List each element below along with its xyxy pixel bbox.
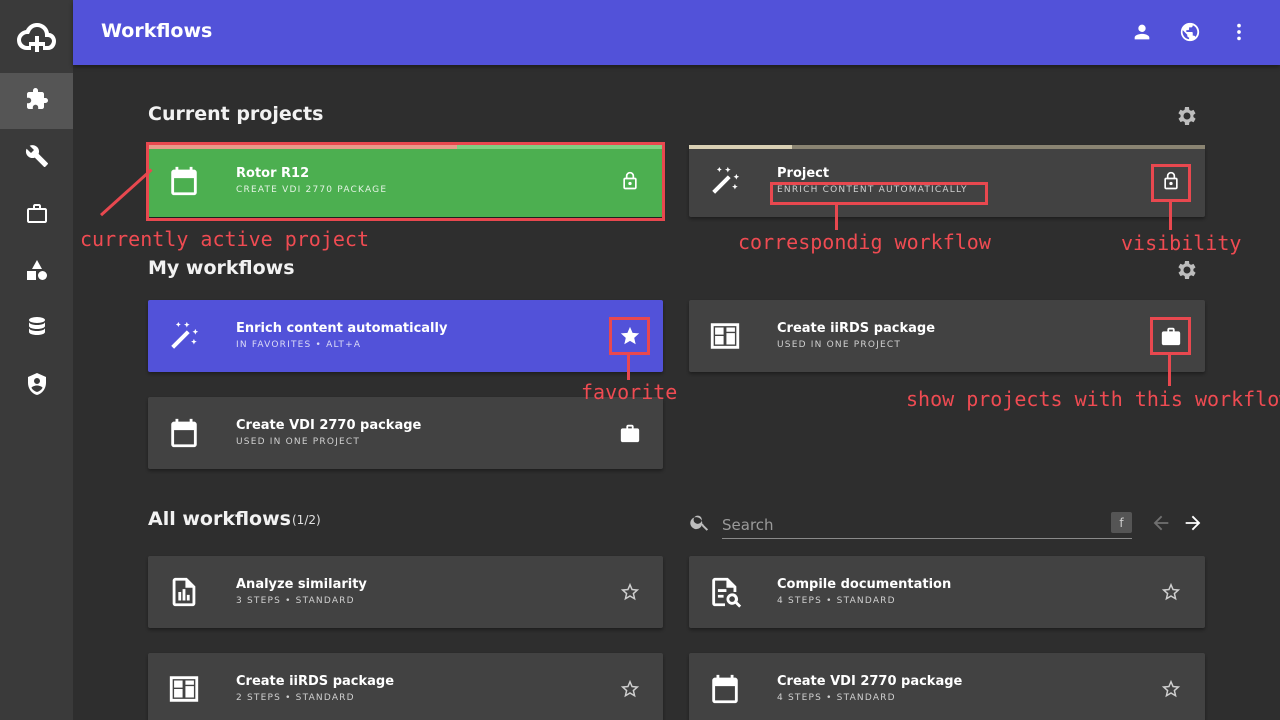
workflow-subtitle: 3 STEPS • STANDARD bbox=[236, 596, 355, 606]
chart-file-icon bbox=[166, 574, 202, 610]
page-title: Workflows bbox=[101, 20, 213, 42]
globe-icon[interactable] bbox=[1178, 20, 1202, 44]
my-workflows-heading: My workflows bbox=[148, 257, 295, 279]
workflow-title: Create iiRDS package bbox=[777, 321, 936, 336]
star-outline-icon[interactable] bbox=[1159, 677, 1183, 701]
arrow-forward-icon[interactable] bbox=[1182, 512, 1204, 534]
workflow-subtitle: 4 STEPS • STANDARD bbox=[777, 693, 896, 703]
sidebar-item-projects[interactable] bbox=[0, 187, 73, 243]
search-input[interactable] bbox=[722, 511, 1132, 539]
project-card-project[interactable]: Project ENRICH CONTENT AUTOMATICALLY bbox=[689, 145, 1205, 217]
annotation-workflow: correspondig workflow bbox=[738, 230, 991, 254]
briefcase-icon[interactable] bbox=[618, 421, 642, 445]
annotation-line-favorite bbox=[627, 355, 630, 380]
magic-wand-icon bbox=[166, 318, 202, 354]
workflow-subtitle: IN FAVORITES • ALT+A bbox=[236, 340, 362, 350]
wrench-icon bbox=[25, 144, 49, 172]
shield-icon bbox=[25, 372, 49, 400]
annotation-line-active-project bbox=[100, 168, 153, 217]
workflow-subtitle: USED IN ONE PROJECT bbox=[777, 340, 902, 350]
account-icon[interactable] bbox=[1130, 20, 1154, 44]
annotation-line-visibility bbox=[1169, 202, 1172, 230]
sidebar-item-security[interactable] bbox=[0, 358, 73, 414]
sidebar-item-database[interactable] bbox=[0, 301, 73, 357]
workflow-title: Analyze similarity bbox=[236, 577, 367, 592]
annotation-box-favorite bbox=[609, 317, 650, 355]
current-projects-heading: Current projects bbox=[148, 103, 324, 125]
workflow-title: Create iiRDS package bbox=[236, 674, 395, 689]
current-projects-settings-gear-icon[interactable] bbox=[1175, 104, 1199, 128]
workflow-subtitle: 4 STEPS • STANDARD bbox=[777, 596, 896, 606]
app-header: Workflows bbox=[73, 0, 1280, 65]
workflow-card-create-vdi[interactable]: Create VDI 2770 package USED IN ONE PROJ… bbox=[148, 397, 663, 469]
project-progress-bar bbox=[689, 145, 793, 149]
workflow-card-create-vdi-all[interactable]: Create VDI 2770 package 4 STEPS • STANDA… bbox=[689, 653, 1205, 720]
all-workflows-page-count: (1/2) bbox=[292, 513, 321, 527]
magic-wand-icon bbox=[707, 163, 743, 199]
sidebar-item-tools[interactable] bbox=[0, 130, 73, 186]
workflow-title: Create VDI 2770 package bbox=[236, 418, 422, 433]
project-title: Project bbox=[777, 166, 830, 181]
more-vert-icon[interactable] bbox=[1227, 20, 1251, 44]
annotation-show-projects: show projects with this workflow bbox=[906, 387, 1280, 411]
puzzle-icon bbox=[25, 87, 49, 115]
star-outline-icon[interactable] bbox=[1159, 580, 1183, 604]
workflow-card-compile-documentation[interactable]: Compile documentation 4 STEPS • STANDARD bbox=[689, 556, 1205, 628]
briefcase-icon bbox=[25, 201, 49, 229]
annotation-line-workflow bbox=[835, 205, 838, 230]
sidebar bbox=[0, 0, 73, 720]
annotation-box-visibility bbox=[1151, 164, 1191, 202]
sidebar-item-shapes[interactable] bbox=[0, 244, 73, 300]
annotation-box-active-project bbox=[146, 142, 665, 221]
my-workflows-settings-gear-icon[interactable] bbox=[1175, 258, 1199, 282]
star-outline-icon[interactable] bbox=[618, 580, 642, 604]
database-icon bbox=[25, 315, 49, 343]
dashboard-icon bbox=[707, 318, 743, 354]
workflow-subtitle: USED IN ONE PROJECT bbox=[236, 437, 361, 447]
shapes-icon bbox=[25, 258, 49, 286]
cloud-upload-logo-icon[interactable] bbox=[0, 0, 73, 73]
file-search-icon bbox=[707, 574, 743, 610]
workflow-card-create-iirds[interactable]: Create iiRDS package USED IN ONE PROJECT bbox=[689, 300, 1205, 372]
arrow-back-icon[interactable] bbox=[1150, 512, 1172, 534]
workflow-card-analyze-similarity[interactable]: Analyze similarity 3 STEPS • STANDARD bbox=[148, 556, 663, 628]
annotation-visibility: visibility bbox=[1121, 231, 1242, 255]
workflow-title: Create VDI 2770 package bbox=[777, 674, 963, 689]
annotation-line-show-projects bbox=[1168, 355, 1171, 386]
workflow-card-enrich-content[interactable]: Enrich content automatically IN FAVORITE… bbox=[148, 300, 663, 372]
workflow-title: Compile documentation bbox=[777, 577, 952, 592]
calendar-icon bbox=[707, 671, 743, 707]
dashboard-icon bbox=[166, 671, 202, 707]
annotation-active-project: currently active project bbox=[80, 227, 369, 251]
annotation-favorite: favorite bbox=[581, 380, 678, 404]
workflow-title: Enrich content automatically bbox=[236, 321, 448, 336]
annotation-box-workflow bbox=[770, 182, 988, 205]
sidebar-item-workflows[interactable] bbox=[0, 73, 73, 129]
all-workflows-heading: All workflows bbox=[148, 508, 291, 530]
search-icon bbox=[689, 511, 711, 533]
search-shortcut-key: f bbox=[1111, 512, 1132, 533]
workflow-card-create-iirds-all[interactable]: Create iiRDS package 2 STEPS • STANDARD bbox=[148, 653, 663, 720]
calendar-icon bbox=[166, 415, 202, 451]
star-outline-icon[interactable] bbox=[618, 677, 642, 701]
annotation-box-show-projects bbox=[1150, 317, 1191, 355]
workflow-subtitle: 2 STEPS • STANDARD bbox=[236, 693, 355, 703]
